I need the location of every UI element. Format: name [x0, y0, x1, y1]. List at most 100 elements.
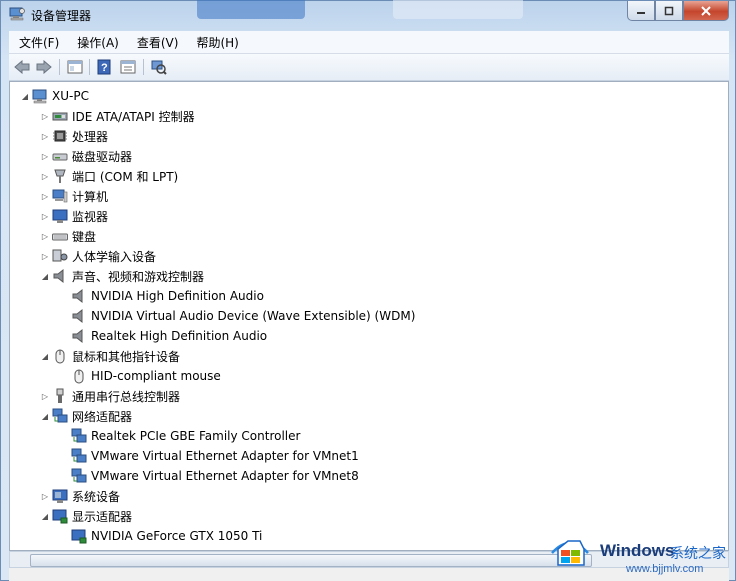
- tree-item-label: 通用串行总线控制器: [72, 389, 181, 404]
- tree-item-label: 声音、视频和游戏控制器: [72, 269, 205, 284]
- watermark: Windows 系统之家 www.bjjmlv.com: [546, 529, 736, 579]
- hid-icon: [52, 249, 68, 262]
- system-devices-icon: [52, 489, 68, 503]
- device-tree[interactable]: ◢ XU-PC ▷ IDE ATA/ATAPI 控制器 ▷ 处理器 ▷ 磁盘驱动器 ▷ 端口 …: [9, 81, 729, 551]
- tree-category[interactable]: ▷ 键盘: [40, 226, 96, 246]
- tree-item-label: 网络适配器: [72, 409, 133, 424]
- background-window-ghost: [197, 0, 305, 19]
- windows-logo-icon: [551, 540, 589, 566]
- device-manager-icon: [9, 7, 25, 21]
- tree-root[interactable]: ◢ XU-PC: [20, 86, 89, 106]
- tree-category[interactable]: ◢ 鼠标和其他指针设备: [40, 346, 180, 366]
- scan-hardware-icon: [151, 60, 167, 75]
- scrollbar-thumb[interactable]: [30, 554, 592, 567]
- expanded-arrow-icon[interactable]: ◢: [40, 271, 50, 281]
- tree-category[interactable]: ▷ IDE ATA/ATAPI 控制器: [40, 106, 195, 126]
- tree-category[interactable]: ▷ 系统设备: [40, 486, 120, 506]
- tree-item-label: NVIDIA Virtual Audio Device (Wave Extens…: [91, 309, 416, 323]
- toolbar-separator: [59, 59, 60, 75]
- watermark-url: www.bjjmlv.com: [626, 563, 704, 575]
- tree-item-label: NVIDIA High Definition Audio: [91, 289, 264, 303]
- speaker-icon: [72, 328, 83, 344]
- collapsed-arrow-icon[interactable]: ▷: [40, 251, 50, 261]
- tree-item-label: HID-compliant mouse: [91, 369, 221, 383]
- collapsed-arrow-icon[interactable]: ▷: [40, 131, 50, 141]
- minimize-button[interactable]: [627, 1, 655, 21]
- collapsed-arrow-icon[interactable]: ▷: [40, 151, 50, 161]
- watermark-site-name: 系统之家: [670, 546, 726, 562]
- tree-device[interactable]: VMware Virtual Ethernet Adapter for VMne…: [59, 466, 359, 486]
- tree-category[interactable]: ▷ 计算机: [40, 186, 108, 206]
- menu-help[interactable]: 帮助(H): [186, 31, 246, 53]
- tree-device[interactable]: NVIDIA High Definition Audio: [59, 286, 264, 306]
- tree-item-label: 计算机: [72, 189, 109, 204]
- network-adapter-icon: [71, 428, 87, 443]
- display-adapter-icon: [71, 529, 87, 544]
- tree-item-label: 端口 (COM 和 LPT): [72, 169, 179, 184]
- close-button[interactable]: [683, 1, 729, 21]
- toolbar-separator: [89, 59, 90, 75]
- menu-file[interactable]: 文件(F): [9, 31, 67, 53]
- menu-bar: 文件(F) 操作(A) 查看(V) 帮助(H): [9, 31, 729, 54]
- tree-item-label: Realtek PCIe GBE Family Controller: [91, 429, 301, 443]
- collapsed-arrow-icon[interactable]: ▷: [40, 231, 50, 241]
- tree-item-label: 处理器: [72, 129, 109, 144]
- tree-category[interactable]: ▷ 端口 (COM 和 LPT): [40, 166, 178, 186]
- tree-device[interactable]: HID-compliant mouse: [59, 366, 221, 386]
- forward-button[interactable]: [35, 58, 53, 76]
- help-button[interactable]: ?: [95, 58, 113, 76]
- help-icon: ?: [97, 59, 111, 75]
- expanded-arrow-icon[interactable]: ◢: [40, 511, 50, 521]
- speaker-icon: [72, 308, 83, 324]
- port-icon: [54, 169, 66, 183]
- window-title: 设备管理器: [31, 9, 92, 23]
- tree-category[interactable]: ▷ 处理器: [40, 126, 108, 146]
- properties-button[interactable]: [119, 58, 137, 76]
- expanded-arrow-icon[interactable]: ◢: [40, 351, 50, 361]
- collapsed-arrow-icon[interactable]: ▷: [40, 391, 50, 401]
- tree-category[interactable]: ◢ 显示适配器: [40, 506, 132, 526]
- tree-device[interactable]: NVIDIA Virtual Audio Device (Wave Extens…: [59, 306, 415, 326]
- tree-category[interactable]: ▷ 人体学输入设备: [40, 246, 156, 266]
- tree-item-label: VMware Virtual Ethernet Adapter for VMne…: [91, 449, 359, 463]
- tree-category[interactable]: ◢ 声音、视频和游戏控制器: [40, 266, 204, 286]
- background-window-ghost-2: [393, 0, 523, 19]
- tree-device[interactable]: NVIDIA GeForce GTX 1050 Ti: [59, 526, 262, 546]
- tree-item-label: VMware Virtual Ethernet Adapter for VMne…: [91, 469, 359, 483]
- tree-device[interactable]: VMware Virtual Ethernet Adapter for VMne…: [59, 446, 359, 466]
- toolbar-separator: [143, 59, 144, 75]
- tree-root-label: XU-PC: [52, 89, 89, 103]
- show-hide-console-tree-button[interactable]: [66, 58, 84, 76]
- scan-hardware-changes-button[interactable]: [150, 58, 168, 76]
- svg-text:?: ?: [101, 62, 108, 74]
- maximize-icon: [664, 6, 674, 15]
- computer-root-icon: [32, 89, 47, 104]
- tree-category[interactable]: ▷ 通用串行总线控制器: [40, 386, 180, 406]
- collapsed-arrow-icon[interactable]: ▷: [40, 171, 50, 181]
- tree-category[interactable]: ▷ 监视器: [40, 206, 108, 226]
- collapsed-arrow-icon[interactable]: ▷: [40, 211, 50, 221]
- back-button[interactable]: [13, 58, 31, 76]
- maximize-button[interactable]: [655, 1, 683, 21]
- collapsed-arrow-icon[interactable]: ▷: [40, 111, 50, 121]
- menu-view[interactable]: 查看(V): [127, 31, 187, 53]
- tree-device[interactable]: Realtek PCIe GBE Family Controller: [59, 426, 300, 446]
- title-bar[interactable]: 设备管理器: [1, 0, 735, 29]
- tree-device[interactable]: Realtek High Definition Audio: [59, 326, 267, 346]
- mouse-icon: [74, 369, 84, 384]
- forward-arrow-icon: [36, 60, 52, 74]
- collapsed-arrow-icon[interactable]: ▷: [40, 191, 50, 201]
- collapsed-arrow-icon[interactable]: ▷: [40, 491, 50, 501]
- expanded-arrow-icon[interactable]: ◢: [20, 91, 30, 101]
- tree-category[interactable]: ◢ 网络适配器: [40, 406, 132, 426]
- tree-category[interactable]: ▷ 磁盘驱动器: [40, 146, 132, 166]
- tree-item-label: 鼠标和其他指针设备: [72, 349, 181, 364]
- expanded-arrow-icon[interactable]: ◢: [40, 411, 50, 421]
- menu-action[interactable]: 操作(A): [67, 31, 127, 53]
- computer-icon: [52, 189, 68, 203]
